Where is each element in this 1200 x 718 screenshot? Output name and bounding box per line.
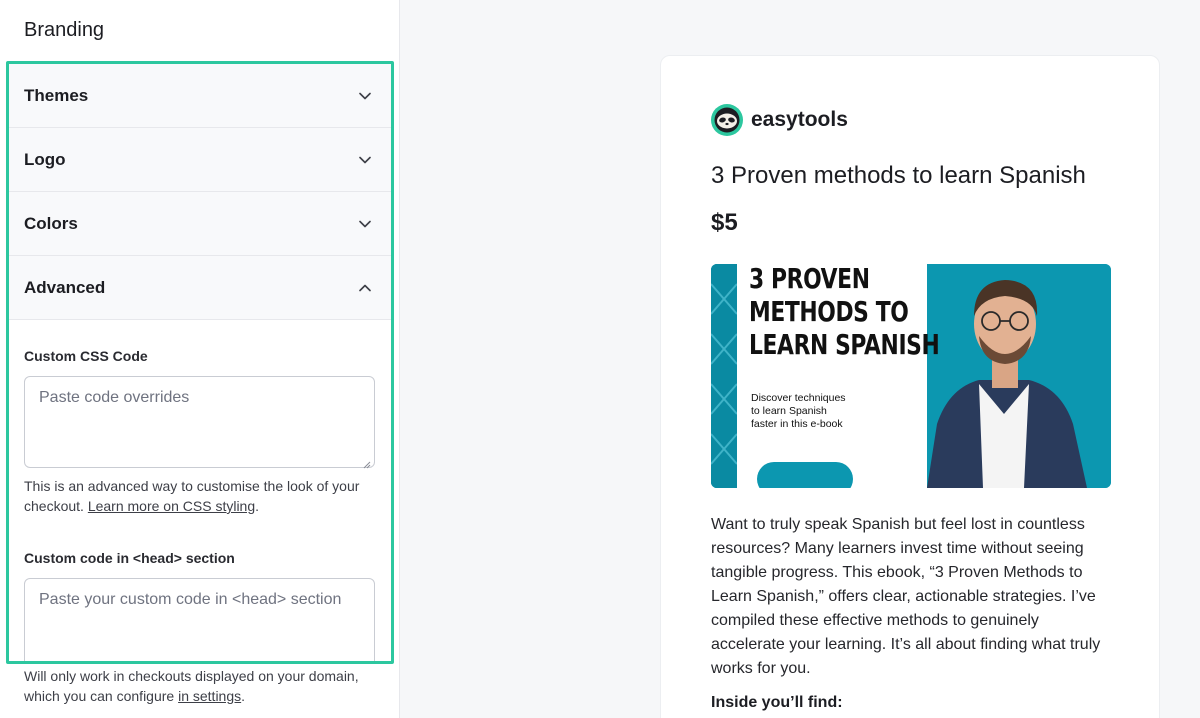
head-code-textarea[interactable]: Paste your custom code in <head> section — [24, 578, 375, 661]
product-description: Want to truly speak Spanish but feel los… — [711, 516, 1101, 677]
chevron-down-icon — [358, 217, 372, 231]
custom-css-help: This is an advanced way to customise the… — [24, 478, 360, 514]
cover-headline: 3 PROVEN METHODS TO LEARN SPANISH — [749, 264, 940, 361]
accordion-label: Colors — [24, 213, 78, 233]
accordion-advanced[interactable]: Advanced — [9, 256, 391, 320]
accordion-label: Advanced — [24, 277, 106, 297]
custom-css-placeholder: Paste code overrides — [39, 389, 190, 406]
product-title: 3 Proven methods to learn Spanish — [711, 162, 1086, 189]
custom-css-label: Custom CSS Code — [24, 348, 148, 364]
brand: easytools — [711, 104, 848, 136]
head-code-placeholder: Paste your custom code in <head> section — [39, 591, 342, 608]
custom-css-textarea[interactable]: Paste code overrides — [24, 376, 375, 469]
accordion-logo[interactable]: Logo — [9, 128, 391, 192]
product-cover-image: 3 PROVEN METHODS TO LEARN SPANISH Discov… — [711, 264, 1111, 488]
resize-handle-icon[interactable] — [363, 456, 371, 469]
cover-subtitle: Discover techniques to learn Spanish fas… — [751, 392, 846, 430]
product-price: $5 — [711, 209, 738, 236]
inside-heading: Inside you’ll find: — [711, 694, 843, 711]
css-styling-link[interactable]: Learn more on CSS styling — [88, 498, 255, 514]
checkout-preview: easytools 3 Proven methods to learn Span… — [660, 55, 1160, 718]
sloth-logo-icon — [711, 104, 743, 136]
accordion-colors[interactable]: Colors — [9, 192, 391, 256]
accordion-label: Logo — [24, 149, 66, 169]
head-code-help: Will only work in checkouts displayed on… — [24, 668, 359, 704]
settings-link[interactable]: in settings — [178, 688, 241, 704]
head-code-label: Custom code in <head> section — [24, 550, 235, 566]
accordion-themes[interactable]: Themes — [9, 64, 391, 128]
chevron-down-icon — [358, 89, 372, 103]
advanced-section-body: Custom CSS Code Paste code overrides Thi… — [9, 348, 391, 661]
chevron-up-icon — [358, 281, 372, 295]
panel-title: Branding — [24, 19, 105, 41]
branding-accordion: Themes Logo Colors Advanced Custom CSS C… — [6, 61, 394, 664]
accordion-label: Themes — [24, 85, 89, 105]
branding-panel: Branding Themes Logo Colors Advanced Cus… — [0, 0, 400, 718]
chevron-down-icon — [358, 153, 372, 167]
brand-name: easytools — [751, 108, 848, 131]
resize-handle-icon[interactable] — [363, 658, 371, 661]
